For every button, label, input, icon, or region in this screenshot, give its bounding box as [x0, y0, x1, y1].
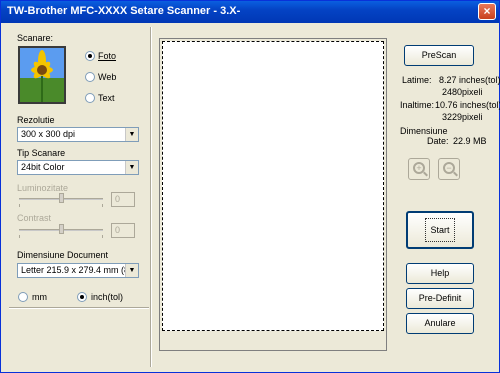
brightness-value-field[interactable]: 0 [111, 192, 135, 207]
contrast-label: Contrast [17, 213, 52, 223]
close-button[interactable]: × [478, 3, 496, 20]
chevron-down-icon[interactable]: ▼ [125, 264, 138, 277]
brightness-slider-handle[interactable] [59, 193, 64, 203]
scan-mode-select[interactable]: 24bit Color ▼ [17, 160, 139, 175]
scan-type-web-radio[interactable] [85, 72, 95, 82]
left-panel-separator [150, 27, 152, 367]
zoom-in-icon[interactable]: + [408, 158, 430, 180]
sunflower-photo-icon [18, 46, 66, 104]
cancel-button[interactable]: Anulare [406, 313, 474, 334]
help-button[interactable]: Help [406, 263, 474, 284]
scan-type-foto-label[interactable]: Foto [98, 51, 116, 61]
data-size-value: 22.9 MB [453, 136, 487, 146]
unit-mm-radio[interactable] [18, 292, 28, 302]
scan-type-web-label[interactable]: Web [98, 72, 116, 82]
brightness-ticks [19, 204, 103, 207]
brightness-label: Luminozitate [17, 183, 69, 193]
width-pixels-value: 2480pixeli [442, 87, 483, 97]
title-bar[interactable]: TW-Brother MFC-XXXX Setare Scanner - 3.X… [1, 1, 499, 23]
defaults-button[interactable]: Pre-Definit [406, 288, 474, 309]
chevron-down-icon[interactable]: ▼ [125, 128, 138, 141]
start-button[interactable]: Start [406, 211, 474, 249]
height-inches-value: 10.76 inches(tol) [435, 100, 500, 110]
scan-mode-label: Tip Scanare [17, 148, 66, 158]
width-label: Latime: [402, 75, 432, 85]
document-size-select[interactable]: Letter 215.9 x 279.4 mm (8 ▼ [17, 263, 139, 278]
prescan-button[interactable]: PreScan [404, 45, 474, 66]
contrast-value-field[interactable]: 0 [111, 223, 135, 238]
scanner-settings-window: TW-Brother MFC-XXXX Setare Scanner - 3.X… [0, 0, 500, 373]
chevron-down-icon[interactable]: ▼ [125, 161, 138, 174]
contrast-ticks [19, 235, 103, 238]
scan-preview-area[interactable] [159, 38, 387, 351]
scan-type-text-label[interactable]: Text [98, 93, 115, 103]
document-size-value: Letter 215.9 x 279.4 mm (8 [21, 265, 130, 275]
scan-selection-frame[interactable] [162, 41, 384, 331]
height-pixels-value: 3229pixeli [442, 112, 483, 122]
unit-mm-label[interactable]: mm [32, 292, 47, 302]
window-title: TW-Brother MFC-XXXX Setare Scanner - 3.X… [7, 5, 241, 17]
scan-type-label: Scanare: [17, 33, 54, 43]
resolution-value: 300 x 300 dpi [21, 129, 76, 139]
scan-mode-value: 24bit Color [21, 162, 65, 172]
width-inches-value: 8.27 inches(tol) [439, 75, 500, 85]
unit-inch-radio[interactable] [77, 292, 87, 302]
data-size-label: Dimensiune [400, 126, 448, 136]
contrast-slider-handle[interactable] [59, 224, 64, 234]
resolution-select[interactable]: 300 x 300 dpi ▼ [17, 127, 139, 142]
data-size-label-2: Date: [427, 136, 449, 146]
resolution-label: Rezolutie [17, 115, 55, 125]
zoom-out-icon[interactable]: − [438, 158, 460, 180]
height-label: Inaltime: [400, 100, 435, 110]
unit-inch-label[interactable]: inch(tol) [91, 292, 123, 302]
scan-type-foto-radio[interactable] [85, 51, 95, 61]
start-button-label: Start [425, 218, 455, 242]
left-panel-divider [9, 307, 149, 309]
scan-type-text-radio[interactable] [85, 93, 95, 103]
document-size-label: Dimensiune Document [17, 250, 109, 260]
